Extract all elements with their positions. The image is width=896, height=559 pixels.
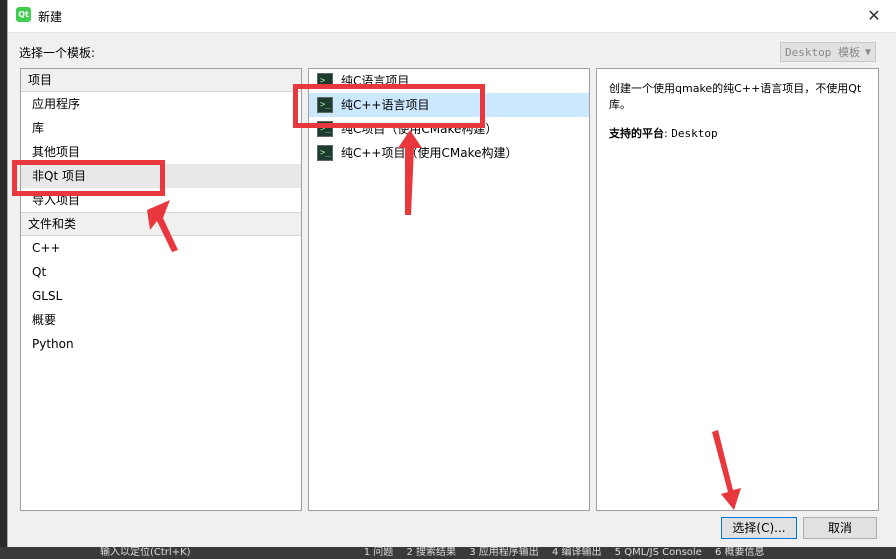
description-panel: 创建一个使用qmake的纯C++语言项目，不使用Qt库。 支持的平台: Desk… bbox=[596, 68, 879, 511]
template-filter-value: Desktop 模板 bbox=[785, 46, 860, 59]
project-panel: >_ 纯C语言项目 >_ 纯C++语言项目 >_ 纯C项目（使用CMake构建）… bbox=[308, 68, 590, 511]
taskbar-tab-issues[interactable]: 1 问题 bbox=[364, 547, 394, 558]
category-group-header: 文件和类 bbox=[21, 212, 301, 236]
category-item-python[interactable]: Python bbox=[21, 332, 301, 356]
locator-input[interactable]: 输入以定位(Ctrl+K) bbox=[100, 547, 191, 558]
category-item-application[interactable]: 应用程序 bbox=[21, 92, 301, 116]
category-item-qt[interactable]: Qt bbox=[21, 260, 301, 284]
title-bar: Qt 新建 ✕ bbox=[8, 0, 896, 33]
new-project-dialog: Qt 新建 ✕ 选择一个模板: Desktop 模板 ▼ 项目 应用程序 库 其… bbox=[7, 0, 896, 547]
cancel-button[interactable]: 取消 bbox=[803, 517, 877, 539]
template-filter-dropdown[interactable]: Desktop 模板 ▼ bbox=[780, 42, 876, 62]
taskbar-tab-general-messages[interactable]: 6 概要信息 bbox=[715, 547, 765, 558]
project-item-plain-cpp-cmake[interactable]: >_ 纯C++项目（使用CMake构建） bbox=[309, 141, 589, 165]
taskbar: 输入以定位(Ctrl+K) 1 问题 2 搜索结果 3 应用程序输出 4 编译输… bbox=[0, 547, 896, 559]
category-item-modeling[interactable]: 概要 bbox=[21, 308, 301, 332]
choose-template-label: 选择一个模板: bbox=[19, 46, 96, 60]
annotation-box-category bbox=[12, 160, 165, 196]
choose-button[interactable]: 选择(C)... bbox=[721, 517, 797, 539]
annotation-box-project bbox=[293, 84, 485, 128]
platforms-label: 支持的平台 bbox=[609, 127, 664, 140]
terminal-icon: >_ bbox=[317, 145, 333, 161]
close-button[interactable]: ✕ bbox=[851, 0, 896, 32]
taskbar-tab-qml-console[interactable]: 5 QML/JS Console bbox=[615, 547, 702, 558]
taskbar-tab-app-output[interactable]: 3 应用程序输出 bbox=[469, 547, 539, 558]
project-description: 创建一个使用qmake的纯C++语言项目，不使用Qt库。 bbox=[609, 82, 862, 111]
category-item-library[interactable]: 库 bbox=[21, 116, 301, 140]
category-group-header: 项目 bbox=[21, 69, 301, 92]
category-item-cpp[interactable]: C++ bbox=[21, 236, 301, 260]
chevron-down-icon: ▼ bbox=[864, 47, 871, 58]
close-icon: ✕ bbox=[867, 6, 881, 25]
supported-platforms: 支持的平台: Desktop bbox=[609, 127, 718, 140]
taskbar-tab-compile-output[interactable]: 4 编译输出 bbox=[552, 547, 602, 558]
window-title: 新建 bbox=[38, 10, 63, 24]
category-item-glsl[interactable]: GLSL bbox=[21, 284, 301, 308]
platforms-value: Desktop bbox=[671, 127, 718, 140]
project-label: 纯C++项目（使用CMake构建） bbox=[341, 146, 518, 160]
taskbar-tab-search[interactable]: 2 搜索结果 bbox=[406, 547, 456, 558]
qt-creator-icon: Qt bbox=[16, 7, 31, 22]
category-panel: 项目 应用程序 库 其他项目 非Qt 项目 导入项目 文件和类 C++ Qt G… bbox=[20, 68, 302, 511]
